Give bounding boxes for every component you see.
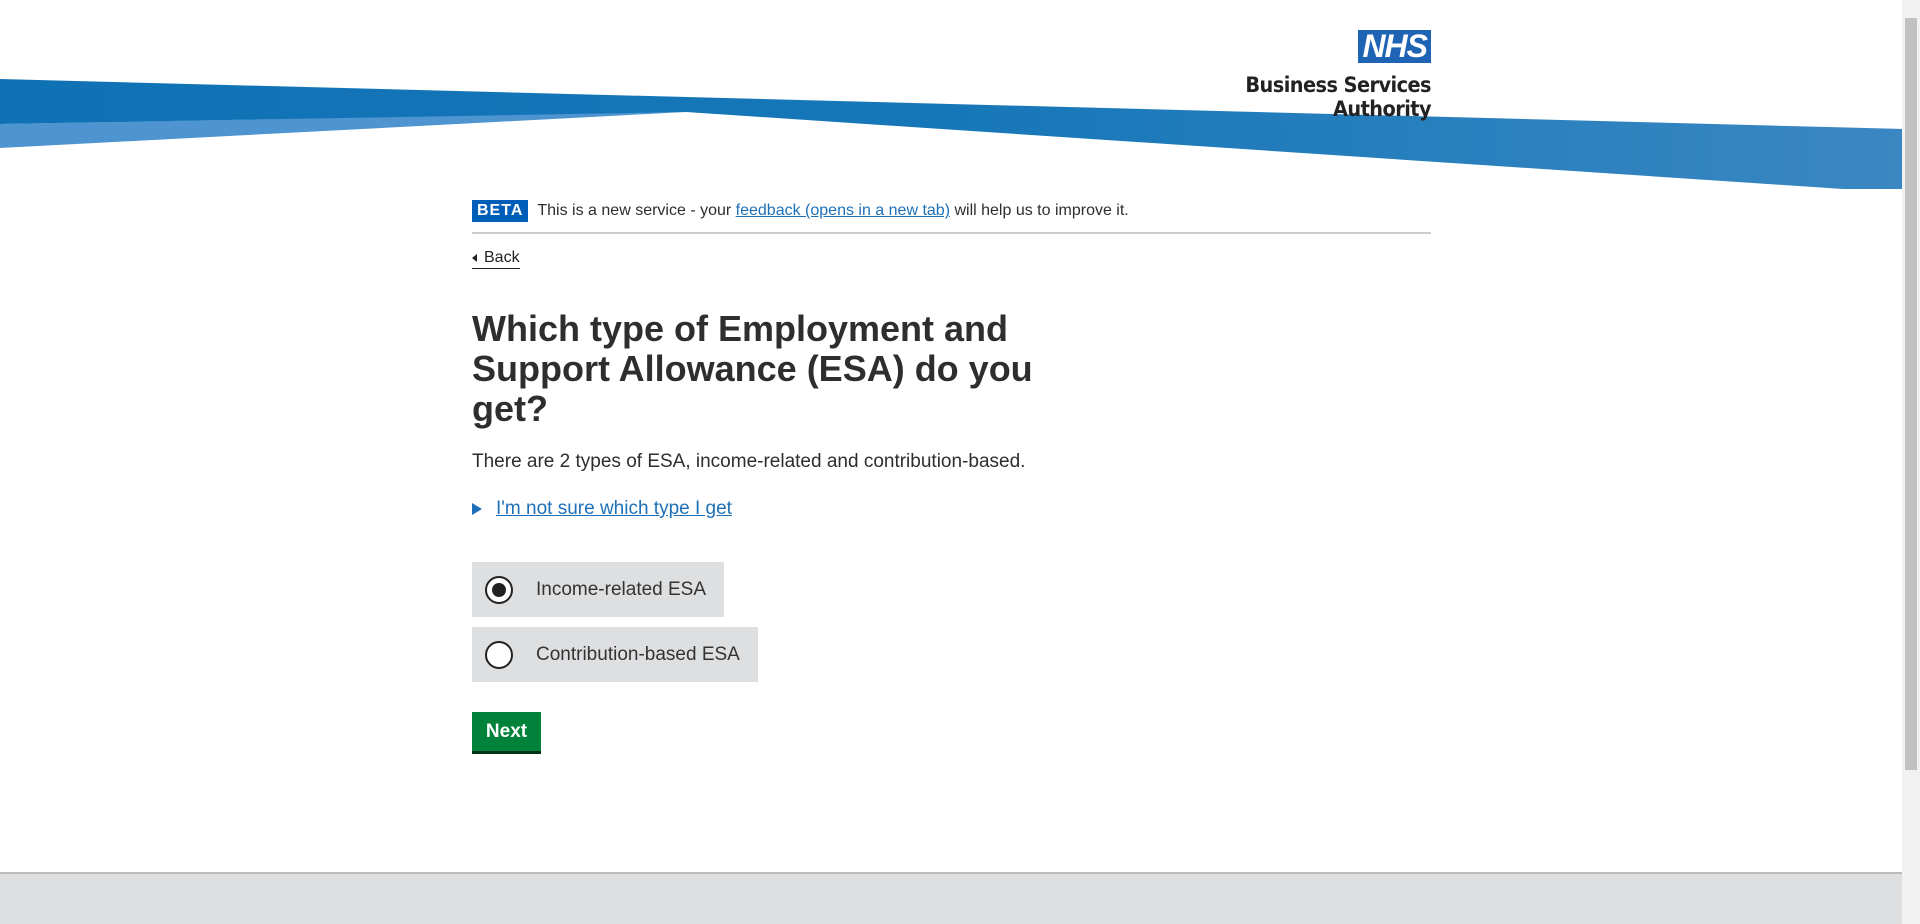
radio-label: Income-related ESA [536,578,707,600]
radio-contribution-based[interactable]: Contribution-based ESA [472,627,758,682]
radio-unselected-icon[interactable] [485,640,513,669]
scrollbar-thumb[interactable] [1905,18,1917,770]
back-arrow-icon [472,254,477,262]
phase-banner: BETA This is a new service - your feedba… [472,198,1431,234]
beta-text-before: This is a new service - your [537,202,736,219]
radio-income-related[interactable]: Income-related ESA [472,562,725,617]
org-name: Business Services Authority [1245,73,1431,121]
page-title: Which type of Employment and Support All… [472,308,1033,429]
nhs-logo-mark: NHS [1358,30,1431,65]
back-label: Back [484,249,520,266]
scrollbar[interactable] [1902,0,1920,924]
radio-label: Contribution-based ESA [536,643,740,665]
nhsbsa-logo[interactable]: NHS Business Services Authority [1120,30,1431,122]
main-content: BETA This is a new service - your feedba… [472,198,1431,754]
details-summary-link[interactable]: I'm not sure which type I get [496,498,732,520]
feedback-link[interactable]: feedback (opens in a new tab) [736,202,950,220]
header-banner-swoosh [0,79,1904,189]
back-link[interactable]: Back [472,249,520,269]
beta-text-after: will help us to improve it. [950,202,1129,219]
details-toggle[interactable]: I'm not sure which type I get [472,498,1431,520]
radio-selected-icon[interactable] [485,575,513,604]
triangle-right-icon [472,503,482,515]
beta-tag: BETA [472,200,529,222]
footer [0,872,1902,924]
next-button[interactable]: Next [472,712,541,754]
intro-text: There are 2 types of ESA, income-related… [472,451,1026,472]
